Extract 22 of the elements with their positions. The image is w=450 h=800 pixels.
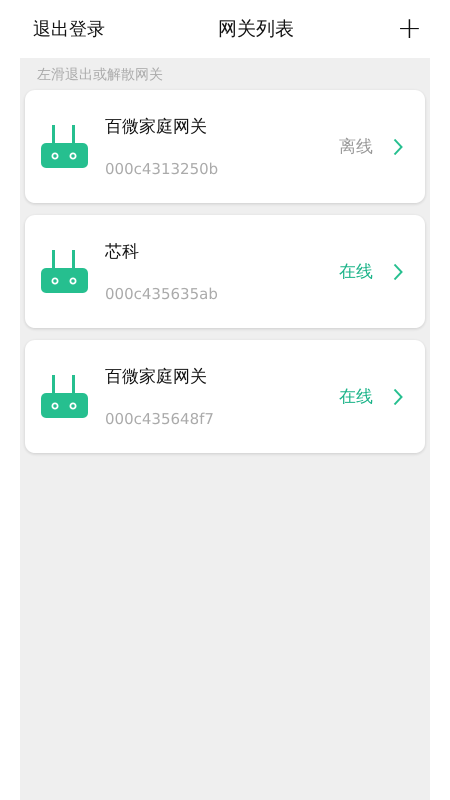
gateway-card[interactable]: 百微家庭网关 000c4313250b 离线 — [25, 90, 425, 203]
page-title: 网关列表 — [218, 17, 294, 42]
gateway-name: 百微家庭网关 — [105, 366, 208, 388]
gateway-name: 百微家庭网关 — [105, 116, 208, 138]
gateway-name: 芯科 — [105, 241, 140, 263]
swipe-hint: 左滑退出或解散网关 — [37, 66, 164, 84]
chevron-icon — [393, 262, 403, 280]
status-label: 离线 — [339, 136, 373, 158]
router-icon — [41, 124, 89, 168]
gateway-card[interactable]: 芯科 000c435635ab 在线 — [25, 215, 425, 328]
status-label: 在线 — [339, 261, 373, 283]
gateway-id: 000c435635ab — [105, 285, 219, 303]
logout-button[interactable]: 退出登录 — [33, 17, 105, 41]
gateway-card[interactable]: 百微家庭网关 000c435648f7 在线 — [25, 340, 425, 453]
status-label: 在线 — [339, 386, 373, 408]
gateway-id: 000c435648f7 — [105, 410, 215, 428]
router-icon — [41, 374, 89, 418]
add-button[interactable]: + — [396, 14, 422, 44]
chevron-icon — [393, 388, 403, 406]
router-icon — [41, 250, 89, 294]
chevron-icon — [393, 138, 403, 156]
gateway-id: 000c4313250b — [105, 160, 220, 178]
